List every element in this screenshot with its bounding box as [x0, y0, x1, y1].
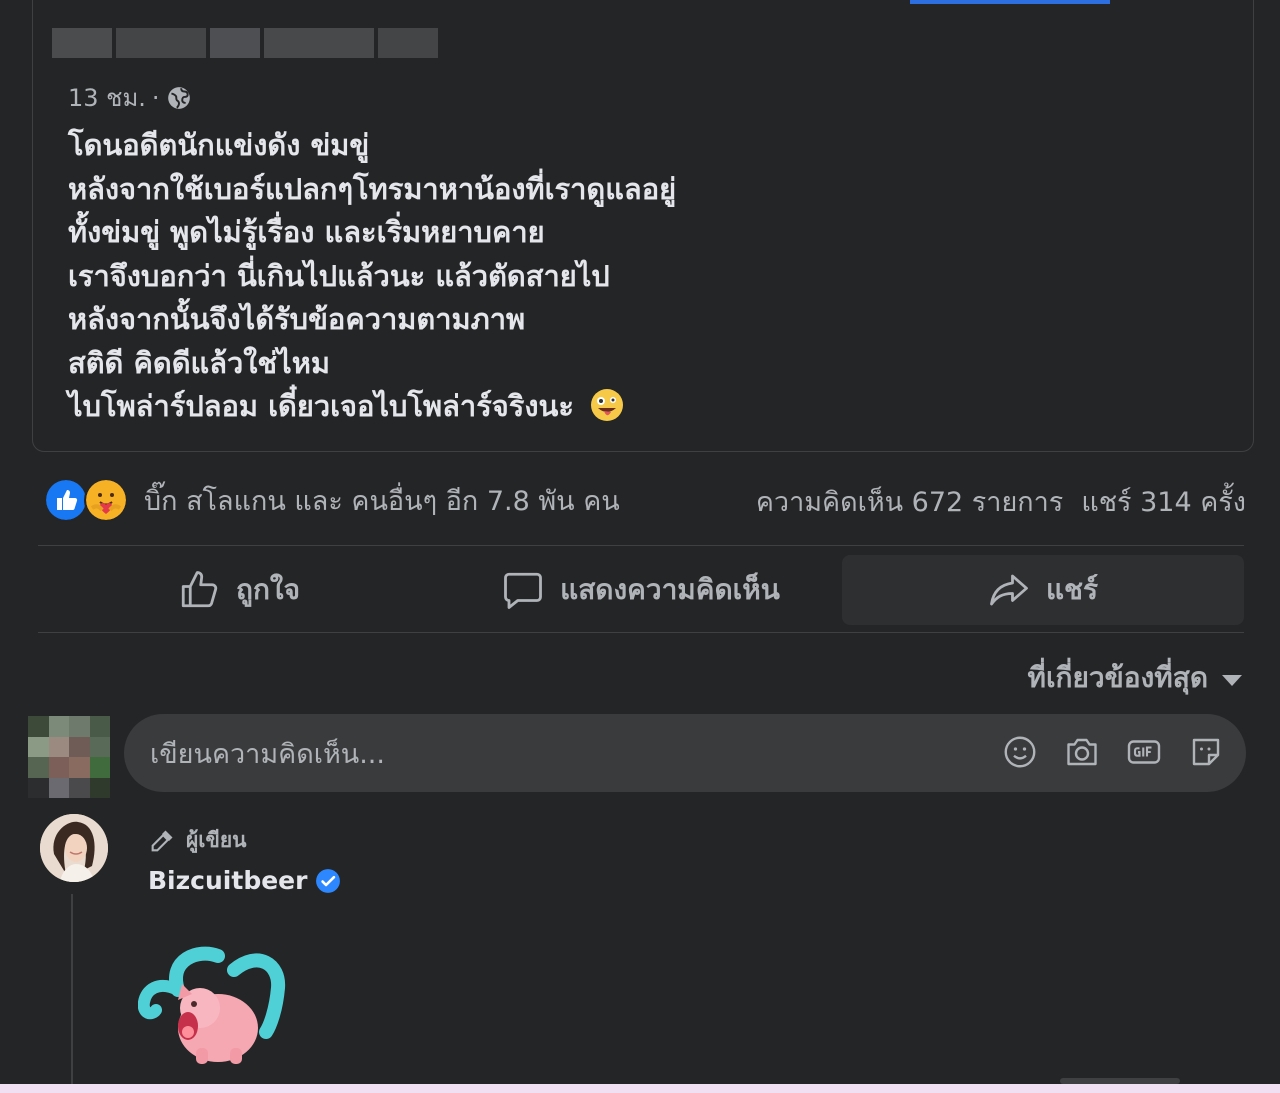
like-label: ถูกใจ	[236, 573, 300, 606]
comment-author[interactable]: Bizcuitbeer	[148, 866, 341, 895]
like-reaction-icon	[44, 478, 88, 522]
post-line: หลังจากใช้เบอร์แปลกๆโทรมาหาน้องที่เราดูแ…	[68, 171, 677, 206]
commenter-avatar[interactable]	[40, 814, 108, 882]
camera-icon	[1067, 738, 1097, 766]
speech-bubble-icon	[504, 572, 543, 609]
post-line: สติดี คิดดีแล้วใช่ไหม	[68, 345, 330, 380]
author-badge: ผู้เขียน	[148, 824, 247, 857]
gif-icon	[1127, 740, 1161, 764]
emoji-button[interactable]	[1002, 732, 1038, 772]
reaction-summary-text: บิ๊ก สโลแกน และ คนอื่นๆ อีก 7.8 พัน คน	[144, 485, 620, 517]
verified-badge-icon	[316, 868, 341, 893]
comment-label: แสดงความคิดเห็น	[560, 573, 780, 606]
sticker-icon	[1192, 738, 1220, 766]
smiley-icon	[1004, 736, 1036, 768]
portrait-image	[40, 814, 108, 882]
post-line: หลังจากนั้นจึงได้รับข้อความตามภาพ	[68, 302, 526, 336]
comment-count-link[interactable]: ความคิดเห็น 672 รายการ	[756, 480, 1063, 523]
gif-button[interactable]	[1126, 732, 1162, 772]
post-line-text: ไบโพล่าร์ปลอม เดี๋ยวเจอไบโพล่าร์จริงนะ	[68, 389, 574, 423]
microphone-icon	[151, 830, 173, 851]
globe-icon	[167, 86, 190, 109]
post-body: โดนอดีตนักแข่งดัง ข่มขู่ หลังจากใช้เบอร์…	[68, 124, 1218, 429]
comment-button[interactable]: แสดงความคิดเห็น	[440, 555, 842, 625]
engagement-counts: ความคิดเห็น 672 รายการ แชร์ 314 ครั้ง	[756, 480, 1246, 523]
divider	[38, 545, 1244, 546]
facebook-post-screenshot: 13 ชม. · โดนอดีตนักแข่งดัง ข่มขู่ หลังจา…	[0, 0, 1280, 1093]
sticker-button[interactable]	[1188, 732, 1224, 772]
bottom-edge-bar	[0, 1084, 1280, 1093]
share-arrow-icon	[990, 574, 1028, 606]
composer-tools	[1002, 732, 1224, 772]
post-line-last: ไบโพล่าร์ปลอม เดี๋ยวเจอไบโพล่าร์จริงนะ	[68, 385, 1218, 429]
post-time[interactable]: 13 ชม.	[68, 78, 146, 117]
post-action-bar: ถูกใจ แสดงความคิดเห็น แชร์	[38, 555, 1244, 625]
comment-sort-dropdown[interactable]: ที่เกี่ยวข้องที่สุด	[1028, 656, 1242, 700]
sort-label: ที่เกี่ยวข้องที่สุด	[1027, 661, 1208, 694]
reaction-summary[interactable]: บิ๊ก สโลแกน และ คนอื่นๆ อีก 7.8 พัน คน	[44, 478, 620, 522]
author-badge-label: ผู้เขียน	[186, 828, 247, 852]
meta-separator: ·	[151, 83, 160, 112]
comment-author-name: Bizcuitbeer	[148, 866, 308, 895]
share-button[interactable]: แชร์	[842, 555, 1244, 625]
like-button[interactable]: ถูกใจ	[38, 555, 440, 625]
caret-down-icon	[1222, 674, 1242, 686]
comment-input[interactable]	[148, 714, 952, 794]
current-user-avatar[interactable]	[28, 716, 110, 798]
blurred-poster-name	[52, 22, 446, 64]
post-line: โดนอดีตนักแข่งดัง ข่มขู่	[68, 128, 370, 162]
post-line: ทั้งข่มขู่ พูดไม่รู้เรื่อง และเริ่มหยาบค…	[68, 215, 545, 249]
crying-pig-sticker-icon	[138, 946, 286, 1064]
reply-thread-line	[71, 894, 73, 1084]
post-line: เราจึงบอกว่า นี่เกินไปแล้วนะ แล้วตัดสายไ…	[68, 258, 610, 293]
post-meta: 13 ชม. ·	[68, 78, 192, 117]
share-label: แชร์	[1045, 573, 1099, 606]
zany-face-emoji-icon	[591, 389, 624, 421]
divider	[38, 632, 1244, 633]
care-reaction-icon	[84, 478, 128, 522]
thumbs-up-icon	[181, 571, 218, 608]
comment-composer	[124, 714, 1246, 794]
photo-button[interactable]	[1064, 732, 1100, 772]
share-count-link[interactable]: แชร์ 314 ครั้ง	[1081, 480, 1246, 523]
